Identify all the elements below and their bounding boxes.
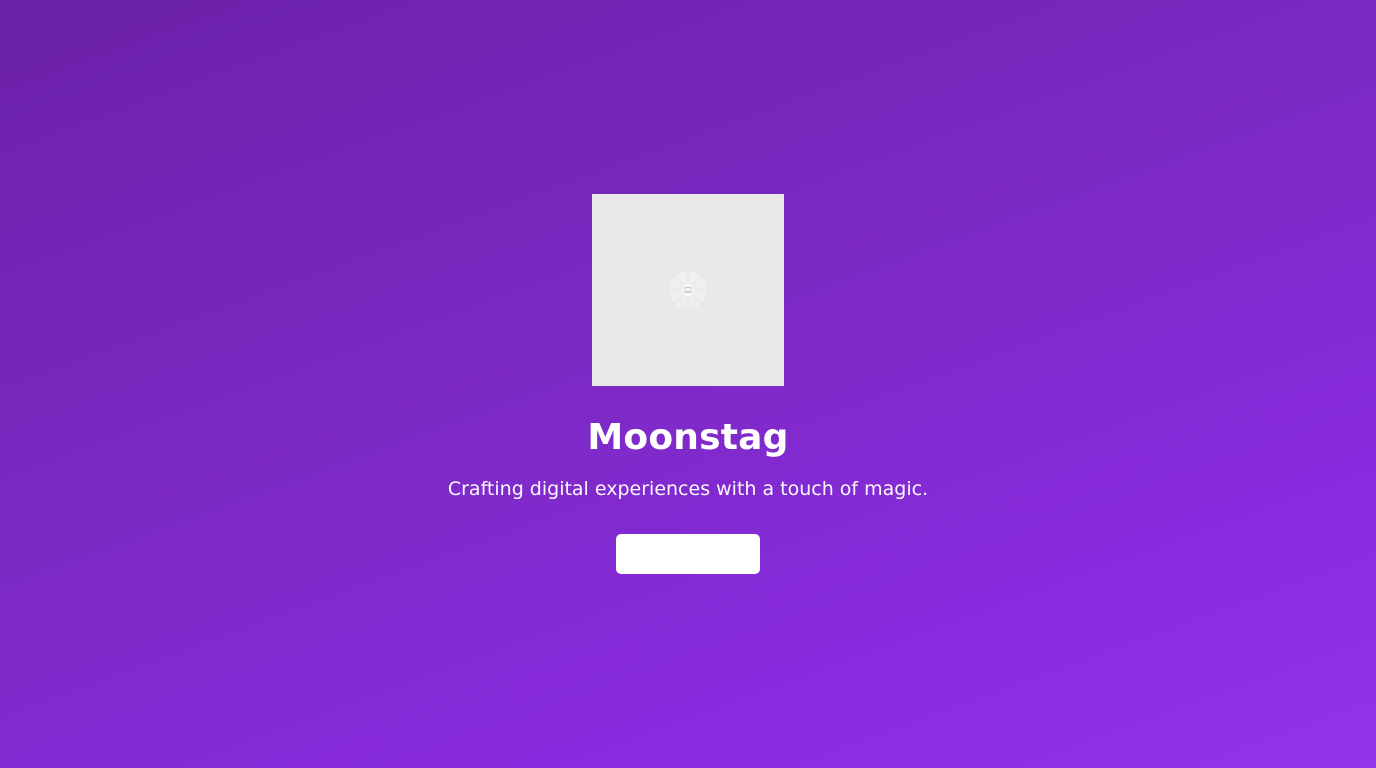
hero-section: Moonstag Crafting digital experiences wi… <box>0 0 1376 768</box>
site-title: Moonstag <box>587 417 789 458</box>
cta-button[interactable] <box>616 534 760 574</box>
image-placeholder-icon <box>667 269 709 311</box>
hero-image <box>592 194 784 386</box>
tagline: Crafting digital experiences with a touc… <box>447 478 929 500</box>
